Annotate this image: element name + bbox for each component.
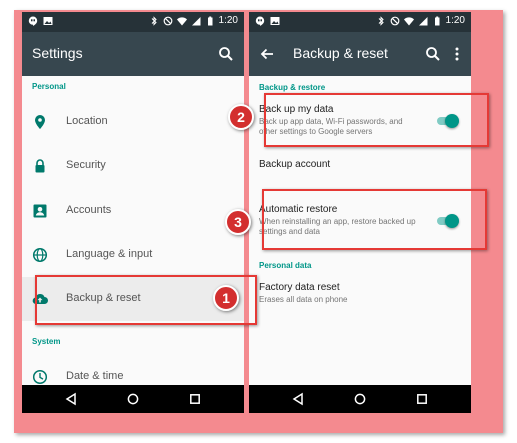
app-bar: Backup & reset bbox=[249, 32, 471, 76]
signal-icon bbox=[418, 16, 428, 25]
wifi-icon bbox=[403, 16, 414, 25]
settings-item-label: Location bbox=[66, 115, 108, 127]
settings-item-accounts[interactable]: Accounts bbox=[22, 189, 244, 233]
bluetooth-icon bbox=[378, 15, 384, 26]
overflow-menu-icon[interactable] bbox=[449, 46, 465, 62]
image-notification-icon bbox=[43, 17, 53, 25]
step-badge-3: 3 bbox=[225, 209, 251, 235]
settings-screen: 1:20 Settings Personal Location Security… bbox=[22, 12, 244, 413]
status-time: 1:20 bbox=[445, 15, 465, 26]
settings-item-label: Accounts bbox=[66, 204, 112, 216]
settings-item-language[interactable]: Language & input bbox=[22, 233, 244, 277]
battery-icon bbox=[207, 16, 213, 25]
settings-item-security[interactable]: Security bbox=[22, 144, 244, 188]
highlight-box-backup-data bbox=[264, 93, 489, 147]
do-not-disturb-icon bbox=[163, 16, 172, 25]
navigation-bar bbox=[249, 385, 471, 413]
app-bar: Settings bbox=[22, 32, 244, 76]
step-badge-2: 2 bbox=[228, 104, 254, 130]
backup-account-setting[interactable]: Backup account bbox=[259, 159, 469, 170]
hangouts-icon bbox=[255, 16, 265, 26]
bluetooth-icon bbox=[151, 15, 157, 26]
settings-item-label: Language & input bbox=[66, 248, 153, 260]
location-pin-icon bbox=[35, 115, 45, 129]
back-nav-icon[interactable] bbox=[291, 392, 305, 406]
setting-title: Backup account bbox=[259, 159, 331, 170]
highlight-box-automatic-restore bbox=[262, 189, 487, 250]
section-header-personal: Personal bbox=[32, 82, 66, 91]
home-nav-icon[interactable] bbox=[126, 392, 140, 406]
recents-nav-icon[interactable] bbox=[188, 392, 202, 406]
back-nav-icon[interactable] bbox=[64, 392, 78, 406]
status-bar: 1:20 bbox=[249, 12, 471, 32]
settings-item-location[interactable]: Location bbox=[22, 100, 244, 144]
back-arrow-icon[interactable] bbox=[259, 46, 275, 62]
section-header-backup-restore: Backup & restore bbox=[259, 83, 326, 92]
settings-item-label: Security bbox=[66, 159, 106, 171]
setting-title: Factory data reset bbox=[259, 282, 340, 293]
home-nav-icon[interactable] bbox=[353, 392, 367, 406]
page-title: Settings bbox=[32, 45, 83, 61]
factory-data-reset-setting[interactable]: Factory data reset Erases all data on ph… bbox=[259, 282, 469, 305]
status-time: 1:20 bbox=[218, 15, 238, 26]
setting-description: Erases all data on phone bbox=[259, 295, 348, 304]
step-badge-1: 1 bbox=[213, 285, 239, 311]
page-title: Backup & reset bbox=[293, 45, 388, 61]
recents-nav-icon[interactable] bbox=[415, 392, 429, 406]
signal-icon bbox=[191, 16, 201, 25]
hangouts-icon bbox=[28, 16, 38, 26]
lock-icon bbox=[35, 159, 45, 173]
battery-icon bbox=[434, 16, 440, 25]
image-notification-icon bbox=[270, 17, 280, 25]
do-not-disturb-icon bbox=[390, 16, 399, 25]
account-box-icon bbox=[33, 204, 47, 218]
section-header-personal-data: Personal data bbox=[259, 261, 312, 270]
navigation-bar bbox=[22, 385, 244, 413]
search-icon[interactable] bbox=[218, 46, 234, 62]
search-icon[interactable] bbox=[425, 46, 441, 62]
wifi-icon bbox=[176, 16, 187, 25]
globe-icon bbox=[32, 247, 48, 263]
section-header-system: System bbox=[32, 337, 61, 346]
clock-icon bbox=[32, 369, 48, 385]
settings-item-label: Date & time bbox=[66, 370, 124, 382]
status-bar: 1:20 bbox=[22, 12, 244, 32]
